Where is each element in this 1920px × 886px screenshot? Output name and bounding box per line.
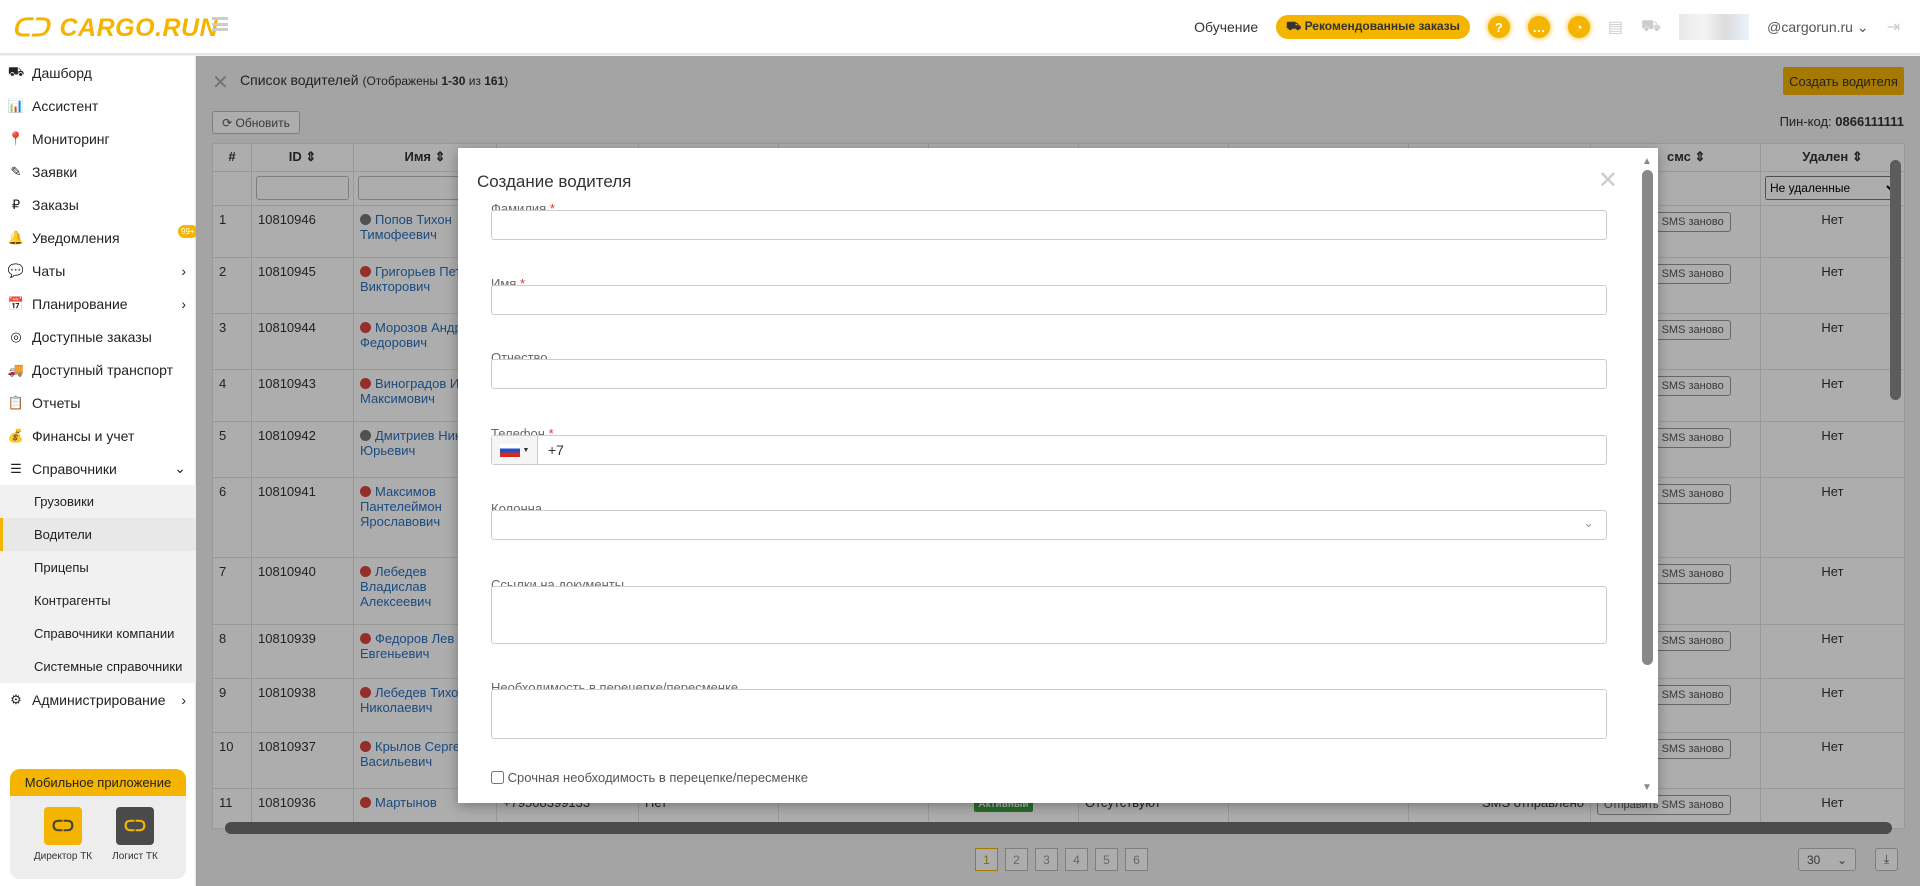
create-driver-modal: Создание водителя ✕ Фамилия * Имя * Отче… xyxy=(458,148,1658,803)
recommended-orders-button[interactable]: ⛟ Рекомендованные заказы xyxy=(1276,15,1470,39)
app-icon: ᑕᑐ xyxy=(116,807,154,845)
sidebar-subitem[interactable]: Грузовики xyxy=(0,485,196,518)
sidebar-subitem[interactable]: Водители xyxy=(0,518,196,551)
sidebar-item[interactable]: 📋 Отчеты xyxy=(0,386,196,419)
field-input[interactable] xyxy=(491,586,1607,644)
sidebar-item-label: Заказы xyxy=(32,196,79,213)
sidebar-item-label: Дашборд xyxy=(32,64,92,81)
sidebar-item[interactable]: ☰ Справочники ⌄ xyxy=(0,452,196,485)
sidebar: ⛟ Дашборд 📊 Ассистент 📍 Мониторинг ✎ Заявки ₽ Зак… xyxy=(0,56,198,886)
sidebar-item[interactable]: ⛟ Дашборд xyxy=(0,56,196,89)
russia-flag-icon xyxy=(499,443,520,457)
sidebar-icon: 📋 xyxy=(7,394,25,410)
logout-icon[interactable]: ⇥ xyxy=(1887,17,1900,37)
sidebar-icon: 💬 xyxy=(7,262,25,278)
director-app-link[interactable]: ᑕᑐ Директор ТК xyxy=(28,807,98,862)
urgent-checkbox[interactable]: Срочная необходимость в перецепке/пересм… xyxy=(491,770,808,785)
sidebar-subitem[interactable]: Системные справочники xyxy=(0,650,196,683)
app-icon: ᑕᑐ xyxy=(44,807,82,845)
field-input[interactable]: ⌄ xyxy=(491,510,1607,540)
recommended-label: Рекомендованные заказы xyxy=(1304,19,1460,33)
sidebar-icon: 💰 xyxy=(7,427,25,443)
sidebar-icon: 🔔 xyxy=(7,229,25,245)
sidebar-icon: ₽ xyxy=(11,196,21,212)
notification-badge: 99+ xyxy=(178,225,198,238)
sidebar-item-label: Справочники xyxy=(32,460,117,477)
sidebar-item[interactable]: 💬 Чаты › xyxy=(0,254,196,287)
gear-icon: ⚙ xyxy=(10,691,22,707)
sidebar-item[interactable]: ₽ Заказы xyxy=(0,188,196,221)
sidebar-icon: 🚚 xyxy=(7,361,25,377)
sidebar-icon: ⛟ xyxy=(7,63,25,79)
sidebar-item-label: Финансы и учет xyxy=(32,427,135,444)
sidebar-subitem[interactable]: Справочники компании xyxy=(0,617,196,650)
help-icon[interactable]: ? xyxy=(1487,16,1510,38)
modal-title: Создание водителя xyxy=(477,172,632,191)
user-email: @cargorun.ru xyxy=(1767,18,1853,35)
sidebar-item-label: Заявки xyxy=(32,163,78,180)
logist-app-link[interactable]: ᑕᑐ Логист ТК xyxy=(100,807,170,862)
sidebar-icon: 📍 xyxy=(7,130,25,146)
sidebar-item[interactable]: 🚚 Доступный транспорт xyxy=(0,353,196,386)
sidebar-item-label: Чаты xyxy=(32,262,66,279)
calculator-icon[interactable]: ▤ xyxy=(1608,17,1623,37)
mobile-app-box: Мобильное приложение ᑕᑐ Директор ТК ᑕᑐ Лог… xyxy=(10,769,186,879)
chevron-icon: › xyxy=(181,691,186,708)
sidebar-item[interactable]: 📅 Планирование › xyxy=(0,287,196,320)
country-flag-select[interactable]: ▼ xyxy=(492,436,538,464)
sidebar-item-label: Планирование xyxy=(32,295,128,312)
field-input[interactable] xyxy=(491,359,1607,389)
avatar xyxy=(1679,14,1750,40)
chevron-icon: ⌄ xyxy=(174,460,186,476)
sidebar-item[interactable]: ✎ Заявки xyxy=(0,155,196,188)
top-header: ᑕᑐ CARGO.RUN Обучение ⛟ Рекомендованные з… xyxy=(0,0,1920,55)
sidebar-item-admin[interactable]: ⚙ Администрирование › xyxy=(0,683,196,716)
field-input[interactable] xyxy=(491,210,1607,240)
menu-toggle-icon[interactable] xyxy=(212,17,228,31)
sidebar-item-label: Доступные заказы xyxy=(32,328,152,345)
sidebar-item-label: Мониторинг xyxy=(32,130,110,147)
user-menu[interactable]: @cargorun.ru ⌄ xyxy=(1767,19,1868,36)
training-link[interactable]: Обучение xyxy=(1194,19,1258,35)
sidebar-icon: 📅 xyxy=(7,295,25,311)
sidebar-icon: ◎ xyxy=(10,328,22,344)
sidebar-subitem[interactable]: Контрагенты xyxy=(0,584,196,617)
sidebar-item-label: Отчеты xyxy=(32,394,81,411)
close-icon[interactable]: ✕ xyxy=(1598,166,1618,195)
urgent-checkbox-label: Срочная необходимость в перецепке/пересм… xyxy=(507,770,808,785)
chevron-down-icon: ⌄ xyxy=(1583,515,1594,530)
sidebar-item[interactable]: 📍 Мониторинг xyxy=(0,122,196,155)
logo[interactable]: ᑕᑐ CARGO.RUN xyxy=(12,13,218,43)
timer-icon[interactable]: ◔ xyxy=(1567,16,1590,38)
logo-icon: ᑕᑐ xyxy=(12,14,50,42)
chat-icon[interactable]: … xyxy=(1527,16,1550,38)
sidebar-item-label: Доступный транспорт xyxy=(32,361,174,378)
sidebar-icon: 📊 xyxy=(7,97,25,113)
field-input[interactable] xyxy=(491,285,1607,315)
chevron-icon: › xyxy=(181,295,186,312)
truck-payment-icon[interactable]: ⛟ xyxy=(1641,17,1661,37)
modal-scrollbar[interactable]: ▲ ▼ xyxy=(1642,156,1653,793)
sidebar-item[interactable]: 💰 Финансы и учет xyxy=(0,419,196,452)
sidebar-item[interactable]: 🔔 Уведомления 99+ xyxy=(0,221,198,254)
sidebar-subitem[interactable]: Прицепы xyxy=(0,551,196,584)
field-input[interactable] xyxy=(491,689,1607,739)
chevron-icon: › xyxy=(181,262,186,279)
phone-value: +7 xyxy=(548,442,564,458)
mobile-app-title: Мобильное приложение xyxy=(10,769,186,796)
sidebar-icon: ☰ xyxy=(10,460,22,476)
field-input[interactable]: ▼ +7 xyxy=(491,435,1607,465)
sidebar-item-label: Ассистент xyxy=(32,97,99,114)
sidebar-item[interactable]: ◎ Доступные заказы xyxy=(0,320,196,353)
sidebar-item[interactable]: 📊 Ассистент xyxy=(0,89,196,122)
sidebar-item-label: Уведомления xyxy=(32,229,120,246)
sidebar-icon: ✎ xyxy=(10,163,22,179)
